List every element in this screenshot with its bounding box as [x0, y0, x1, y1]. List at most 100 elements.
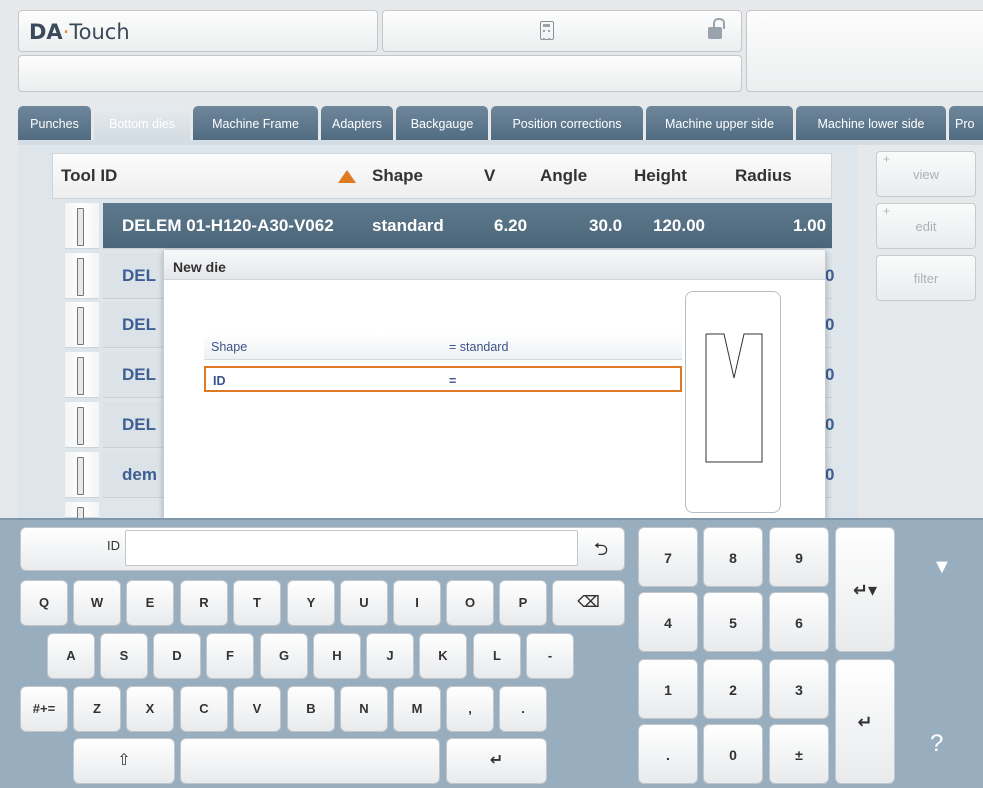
key-r[interactable]: R: [180, 580, 228, 626]
keyboard-input[interactable]: [125, 530, 578, 566]
col-shape[interactable]: Shape: [372, 166, 423, 186]
tab-machine-frame[interactable]: Machine Frame: [193, 106, 318, 142]
enter-down-key[interactable]: ↵▾: [835, 527, 895, 652]
die-shape-diagram: [705, 333, 763, 463]
key-i[interactable]: I: [393, 580, 441, 626]
cell-radius-partial: 0: [825, 365, 835, 384]
numpad-0[interactable]: 0: [703, 724, 763, 784]
table-row-selected[interactable]: DELEM 01-H120-A30-V062 standard 6.20 30.…: [103, 203, 832, 249]
key-q[interactable]: Q: [20, 580, 68, 626]
key-hyphen[interactable]: -: [526, 633, 574, 679]
cell-height: 120.00: [653, 216, 705, 235]
col-radius[interactable]: Radius: [735, 166, 792, 186]
key-l[interactable]: L: [473, 633, 521, 679]
key-u[interactable]: U: [340, 580, 388, 626]
numpad-5[interactable]: 5: [703, 592, 763, 652]
enter-key[interactable]: ↵: [446, 738, 547, 784]
calculator-icon[interactable]: [540, 21, 554, 40]
edit-button[interactable]: + edit: [876, 203, 976, 249]
key-w[interactable]: W: [73, 580, 121, 626]
key-a[interactable]: A: [47, 633, 95, 679]
col-height[interactable]: Height: [634, 166, 687, 186]
numpad-3[interactable]: 3: [769, 659, 829, 719]
numpad-1[interactable]: 1: [638, 659, 698, 719]
key-b[interactable]: B: [287, 686, 335, 732]
cell-tool-id: DELEM 01-H120-A30-V062: [122, 216, 334, 235]
shift-key[interactable]: ⇧: [73, 738, 175, 784]
numpad-8[interactable]: 8: [703, 527, 763, 587]
key-g[interactable]: G: [260, 633, 308, 679]
key-c[interactable]: C: [180, 686, 228, 732]
numpad-6[interactable]: 6: [769, 592, 829, 652]
key-f[interactable]: F: [206, 633, 254, 679]
key-j[interactable]: J: [366, 633, 414, 679]
key-t[interactable]: T: [233, 580, 281, 626]
view-button[interactable]: + view: [876, 151, 976, 197]
undo-button[interactable]: ⮌: [580, 530, 622, 568]
die-thumbnail: [65, 402, 99, 448]
tab-machine-upper-side[interactable]: Machine upper side: [646, 106, 793, 142]
help-button[interactable]: ?: [930, 730, 943, 758]
numpad-7[interactable]: 7: [638, 527, 698, 587]
key-e[interactable]: E: [126, 580, 174, 626]
tab-machine-lower-side[interactable]: Machine lower side: [796, 106, 946, 142]
cell-tool-id: dem: [122, 465, 157, 484]
cell-tool-id: DEL: [122, 266, 156, 285]
key-k[interactable]: K: [419, 633, 467, 679]
die-thumbnail: [65, 352, 99, 398]
numpad-4[interactable]: 4: [638, 592, 698, 652]
table-header: Tool ID Shape V Angle Height Radius: [52, 153, 832, 199]
key-p[interactable]: P: [499, 580, 547, 626]
key-y[interactable]: Y: [287, 580, 335, 626]
cell-tool-id: DEL: [122, 415, 156, 434]
numpad-enter-key[interactable]: ↵: [835, 659, 895, 784]
key-s[interactable]: S: [100, 633, 148, 679]
space-key[interactable]: [180, 738, 440, 784]
col-v[interactable]: V: [484, 166, 495, 186]
key-x[interactable]: X: [126, 686, 174, 732]
status-panel-right: [746, 10, 983, 92]
key-d[interactable]: D: [153, 633, 201, 679]
key-h[interactable]: H: [313, 633, 361, 679]
key-comma[interactable]: ,: [446, 686, 494, 732]
tab-pro[interactable]: Pro: [949, 106, 983, 142]
col-tool-id[interactable]: Tool ID: [61, 166, 117, 186]
key-v[interactable]: V: [233, 686, 281, 732]
tab-position-corrections[interactable]: Position corrections: [491, 106, 643, 142]
da-touch-logo: DA·Touch: [29, 20, 130, 44]
id-field[interactable]: ID =: [204, 366, 682, 392]
tab-backgauge[interactable]: Backgauge: [396, 106, 488, 142]
tab-bottom-dies[interactable]: Bottom dies: [94, 106, 190, 142]
tab-punches[interactable]: Punches: [18, 106, 91, 142]
numpad-plus-minus[interactable]: ±: [769, 724, 829, 784]
key-o[interactable]: O: [446, 580, 494, 626]
key-period[interactable]: .: [499, 686, 547, 732]
cell-radius: 1.00: [793, 216, 827, 235]
cell-angle: 30.0: [589, 216, 623, 235]
unlock-icon[interactable]: [708, 18, 725, 39]
message-bar: [18, 55, 742, 92]
die-thumbnail: [65, 203, 99, 249]
brand-bar: DA·Touch: [18, 10, 378, 52]
key-z[interactable]: Z: [73, 686, 121, 732]
shape-field[interactable]: Shape = standard: [204, 334, 682, 360]
key-n[interactable]: N: [340, 686, 388, 732]
key-m[interactable]: M: [393, 686, 441, 732]
cell-tool-id: DEL: [122, 365, 156, 384]
numpad-9[interactable]: 9: [769, 527, 829, 587]
numpad-2[interactable]: 2: [703, 659, 763, 719]
die-preview: [685, 291, 781, 513]
tab-adapters[interactable]: Adapters: [321, 106, 393, 142]
shape-value: = standard: [449, 340, 509, 354]
col-angle[interactable]: Angle: [540, 166, 587, 186]
cell-shape: standard: [372, 216, 444, 235]
backspace-key[interactable]: ⌫: [552, 580, 625, 626]
sort-ascending-icon[interactable]: [338, 170, 356, 183]
keyboard-input-label: ID: [107, 538, 120, 553]
numpad-decimal[interactable]: .: [638, 724, 698, 784]
filter-button[interactable]: filter: [876, 255, 976, 301]
symbols-key[interactable]: #+=: [20, 686, 68, 732]
dialog-title: New die: [164, 250, 825, 280]
hide-keyboard-icon[interactable]: ▼: [932, 556, 952, 579]
plus-icon: +: [883, 152, 891, 166]
